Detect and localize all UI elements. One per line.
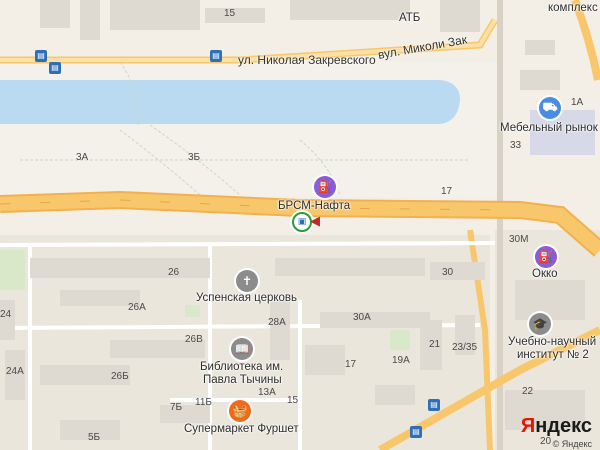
building-number: 11Б: [195, 397, 212, 408]
building-number: 33: [510, 140, 522, 151]
book-icon[interactable]: 📖: [231, 338, 253, 360]
building-number: 1А: [571, 97, 584, 108]
building-number: 30: [442, 267, 454, 278]
poi-label-atb[interactable]: АТБ: [399, 12, 420, 24]
bus-stop-icon[interactable]: ▤: [35, 50, 47, 62]
building-number: 26Б: [111, 371, 129, 382]
logo-letter: Я: [520, 415, 536, 437]
poi-label-library-2[interactable]: Павла Тычины: [203, 374, 282, 386]
building-number: 3Б: [188, 152, 201, 163]
building-number: 17: [345, 359, 357, 370]
poi-label-okko[interactable]: Окко: [532, 268, 558, 280]
poi-label-uspenska[interactable]: Успенская церковь: [196, 292, 297, 304]
building-number: 22: [522, 386, 534, 397]
copyright-label[interactable]: © Яндекс: [553, 439, 592, 449]
poi-label-institute-2[interactable]: институт № 2: [517, 349, 589, 361]
building-number: 19А: [392, 355, 410, 366]
building-number: 26А: [128, 302, 146, 313]
building-number: 30А: [353, 312, 371, 323]
fuel-icon[interactable]: ⛽: [535, 246, 557, 268]
building-number: 28А: [268, 317, 286, 328]
building-number: 23/35: [452, 342, 478, 353]
building-number: 26: [168, 267, 180, 278]
building-number: 13А: [258, 387, 276, 398]
building-number: 30М: [509, 234, 529, 245]
building-number: 15: [224, 8, 236, 19]
location-marker-icon[interactable]: ▣: [292, 212, 312, 232]
fuel-icon[interactable]: ⛽: [314, 176, 336, 198]
logo-text: ндекс: [535, 415, 592, 437]
building-number: 17: [441, 186, 453, 197]
building-number: 7Б: [170, 402, 183, 413]
building-number: 24А: [6, 366, 24, 377]
bus-stop-icon[interactable]: ▤: [210, 50, 222, 62]
bus-stop-icon[interactable]: ▤: [49, 62, 61, 74]
bus-stop-icon[interactable]: ▤: [410, 426, 422, 438]
poi-label-brsm[interactable]: БРСМ-Нафта: [278, 200, 350, 212]
poi-label-complex[interactable]: комплекс: [548, 2, 598, 14]
building-number: 5Б: [88, 432, 101, 443]
building-number: 3А: [76, 152, 89, 163]
yandex-logo: Яндекс: [521, 415, 592, 438]
poi-label-furshet[interactable]: Супермаркет Фуршет: [184, 423, 299, 435]
shopping-cart-icon[interactable]: ⛟: [539, 97, 561, 119]
map-canvas[interactable]: ул. Николая Закревского вул. Миколи Зак …: [0, 0, 600, 450]
street-label-main: ул. Николая Закревского: [238, 53, 376, 67]
building-number: 24: [0, 309, 12, 320]
building-number: 26В: [185, 334, 203, 345]
arrow-marker-icon: ◀: [310, 213, 320, 228]
church-icon[interactable]: ✝: [236, 270, 258, 292]
bus-stop-icon[interactable]: ▤: [428, 399, 440, 411]
poi-label-furniture-market[interactable]: Мебельный рынок: [500, 122, 598, 134]
graduation-cap-icon[interactable]: 🎓: [529, 313, 551, 335]
poi-label-library-1[interactable]: Библиотека им.: [200, 361, 283, 373]
poi-label-institute-1[interactable]: Учебно-научный: [508, 336, 596, 348]
shopping-basket-icon[interactable]: 🧺: [229, 400, 251, 422]
building-number: 15: [287, 395, 299, 406]
building-number: 21: [429, 339, 441, 350]
